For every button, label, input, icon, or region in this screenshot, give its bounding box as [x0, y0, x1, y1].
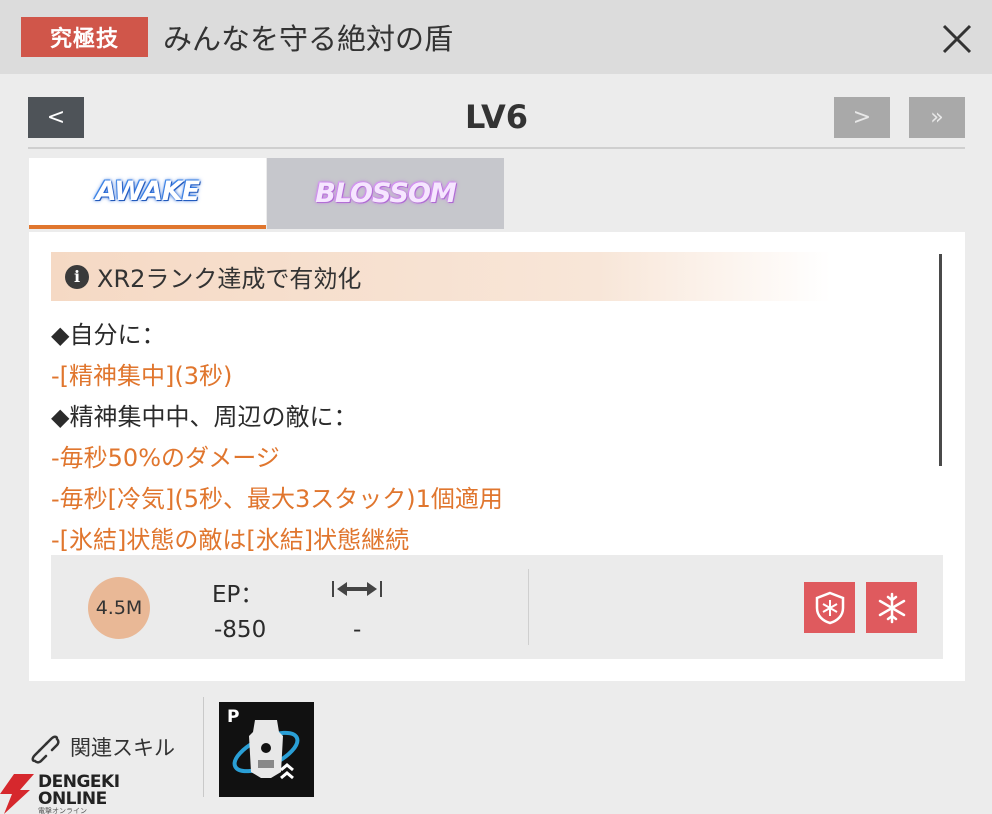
skill-stats: 4.5M EP： -850 -	[51, 555, 943, 659]
snowflake-icon	[878, 592, 905, 623]
link-icon	[31, 735, 60, 764]
frost-shield-effect[interactable]	[804, 582, 855, 633]
unlock-notice: i XR2ランク達成で有効化	[51, 252, 831, 301]
watermark-logo: DENGEKI ONLINE 電撃オンライン	[0, 770, 130, 814]
unlock-notice-text: XR2ランク達成で有効化	[97, 265, 362, 293]
skill-detail-panel: i XR2ランク達成で有効化 ◆自分に： -[精神集中](3秒) ◆精神集中中、…	[29, 232, 965, 681]
tab-awake-label: AWAKE	[95, 176, 201, 207]
ultimate-badge: 究極技	[21, 17, 148, 57]
frost-shield-icon	[815, 591, 844, 624]
tab-awake[interactable]: AWAKE	[29, 158, 266, 229]
range-value: -	[353, 617, 362, 643]
double-chevron-right-icon: »	[930, 105, 944, 130]
related-skill-card[interactable]: P	[219, 702, 314, 797]
next-level-button[interactable]: >	[834, 97, 890, 138]
desc-line: -毎秒50%のダメージ	[51, 444, 280, 472]
tab-blossom[interactable]: BLOSSOM	[267, 158, 504, 229]
desc-line: -毎秒[冷気](5秒、最大3スタック)1個適用	[51, 485, 503, 513]
max-level-button[interactable]: »	[909, 97, 965, 138]
description-scrollbar[interactable]	[939, 254, 942, 466]
stats-divider	[528, 569, 529, 645]
level-label: LV6	[464, 98, 528, 136]
chevron-left-icon: <	[46, 105, 66, 130]
desc-line: -[精神集中](3秒)	[51, 362, 233, 390]
prev-level-button[interactable]: <	[28, 97, 84, 138]
related-skills-link[interactable]: 関連スキル	[26, 730, 175, 764]
dialog-header: 究極技 みんなを守る絶対の盾	[0, 0, 992, 74]
watermark-line3: 電撃オンライン	[38, 807, 87, 814]
desc-line: -[氷結]状態の敵は[氷結]状態継続	[51, 526, 410, 552]
tab-blossom-label: BLOSSOM	[315, 178, 457, 209]
skill-title: みんなを守る絶対の盾	[163, 22, 454, 56]
ep-label: EP：	[212, 582, 264, 608]
desc-line: ◆自分に：	[51, 321, 166, 349]
level-bar: LV6 < > »	[28, 95, 965, 149]
desc-line: ◆精神集中中、周辺の敵に：	[51, 403, 358, 431]
cost-badge: 4.5M	[88, 577, 150, 639]
range-arrows-icon	[332, 581, 382, 597]
info-icon: i	[65, 264, 89, 289]
related-skills-label: 関連スキル	[70, 736, 175, 760]
passive-badge: P	[227, 707, 240, 727]
chevron-right-icon: >	[852, 105, 872, 130]
skill-description[interactable]: i XR2ランク達成で有効化 ◆自分に： -[精神集中](3秒) ◆精神集中中、…	[51, 252, 929, 552]
lightning-logo-icon	[0, 774, 34, 814]
close-icon	[942, 24, 972, 54]
ep-value: -850	[214, 617, 267, 643]
related-divider	[203, 697, 204, 797]
close-button[interactable]	[936, 18, 978, 60]
snowflake-effect[interactable]	[866, 582, 917, 633]
